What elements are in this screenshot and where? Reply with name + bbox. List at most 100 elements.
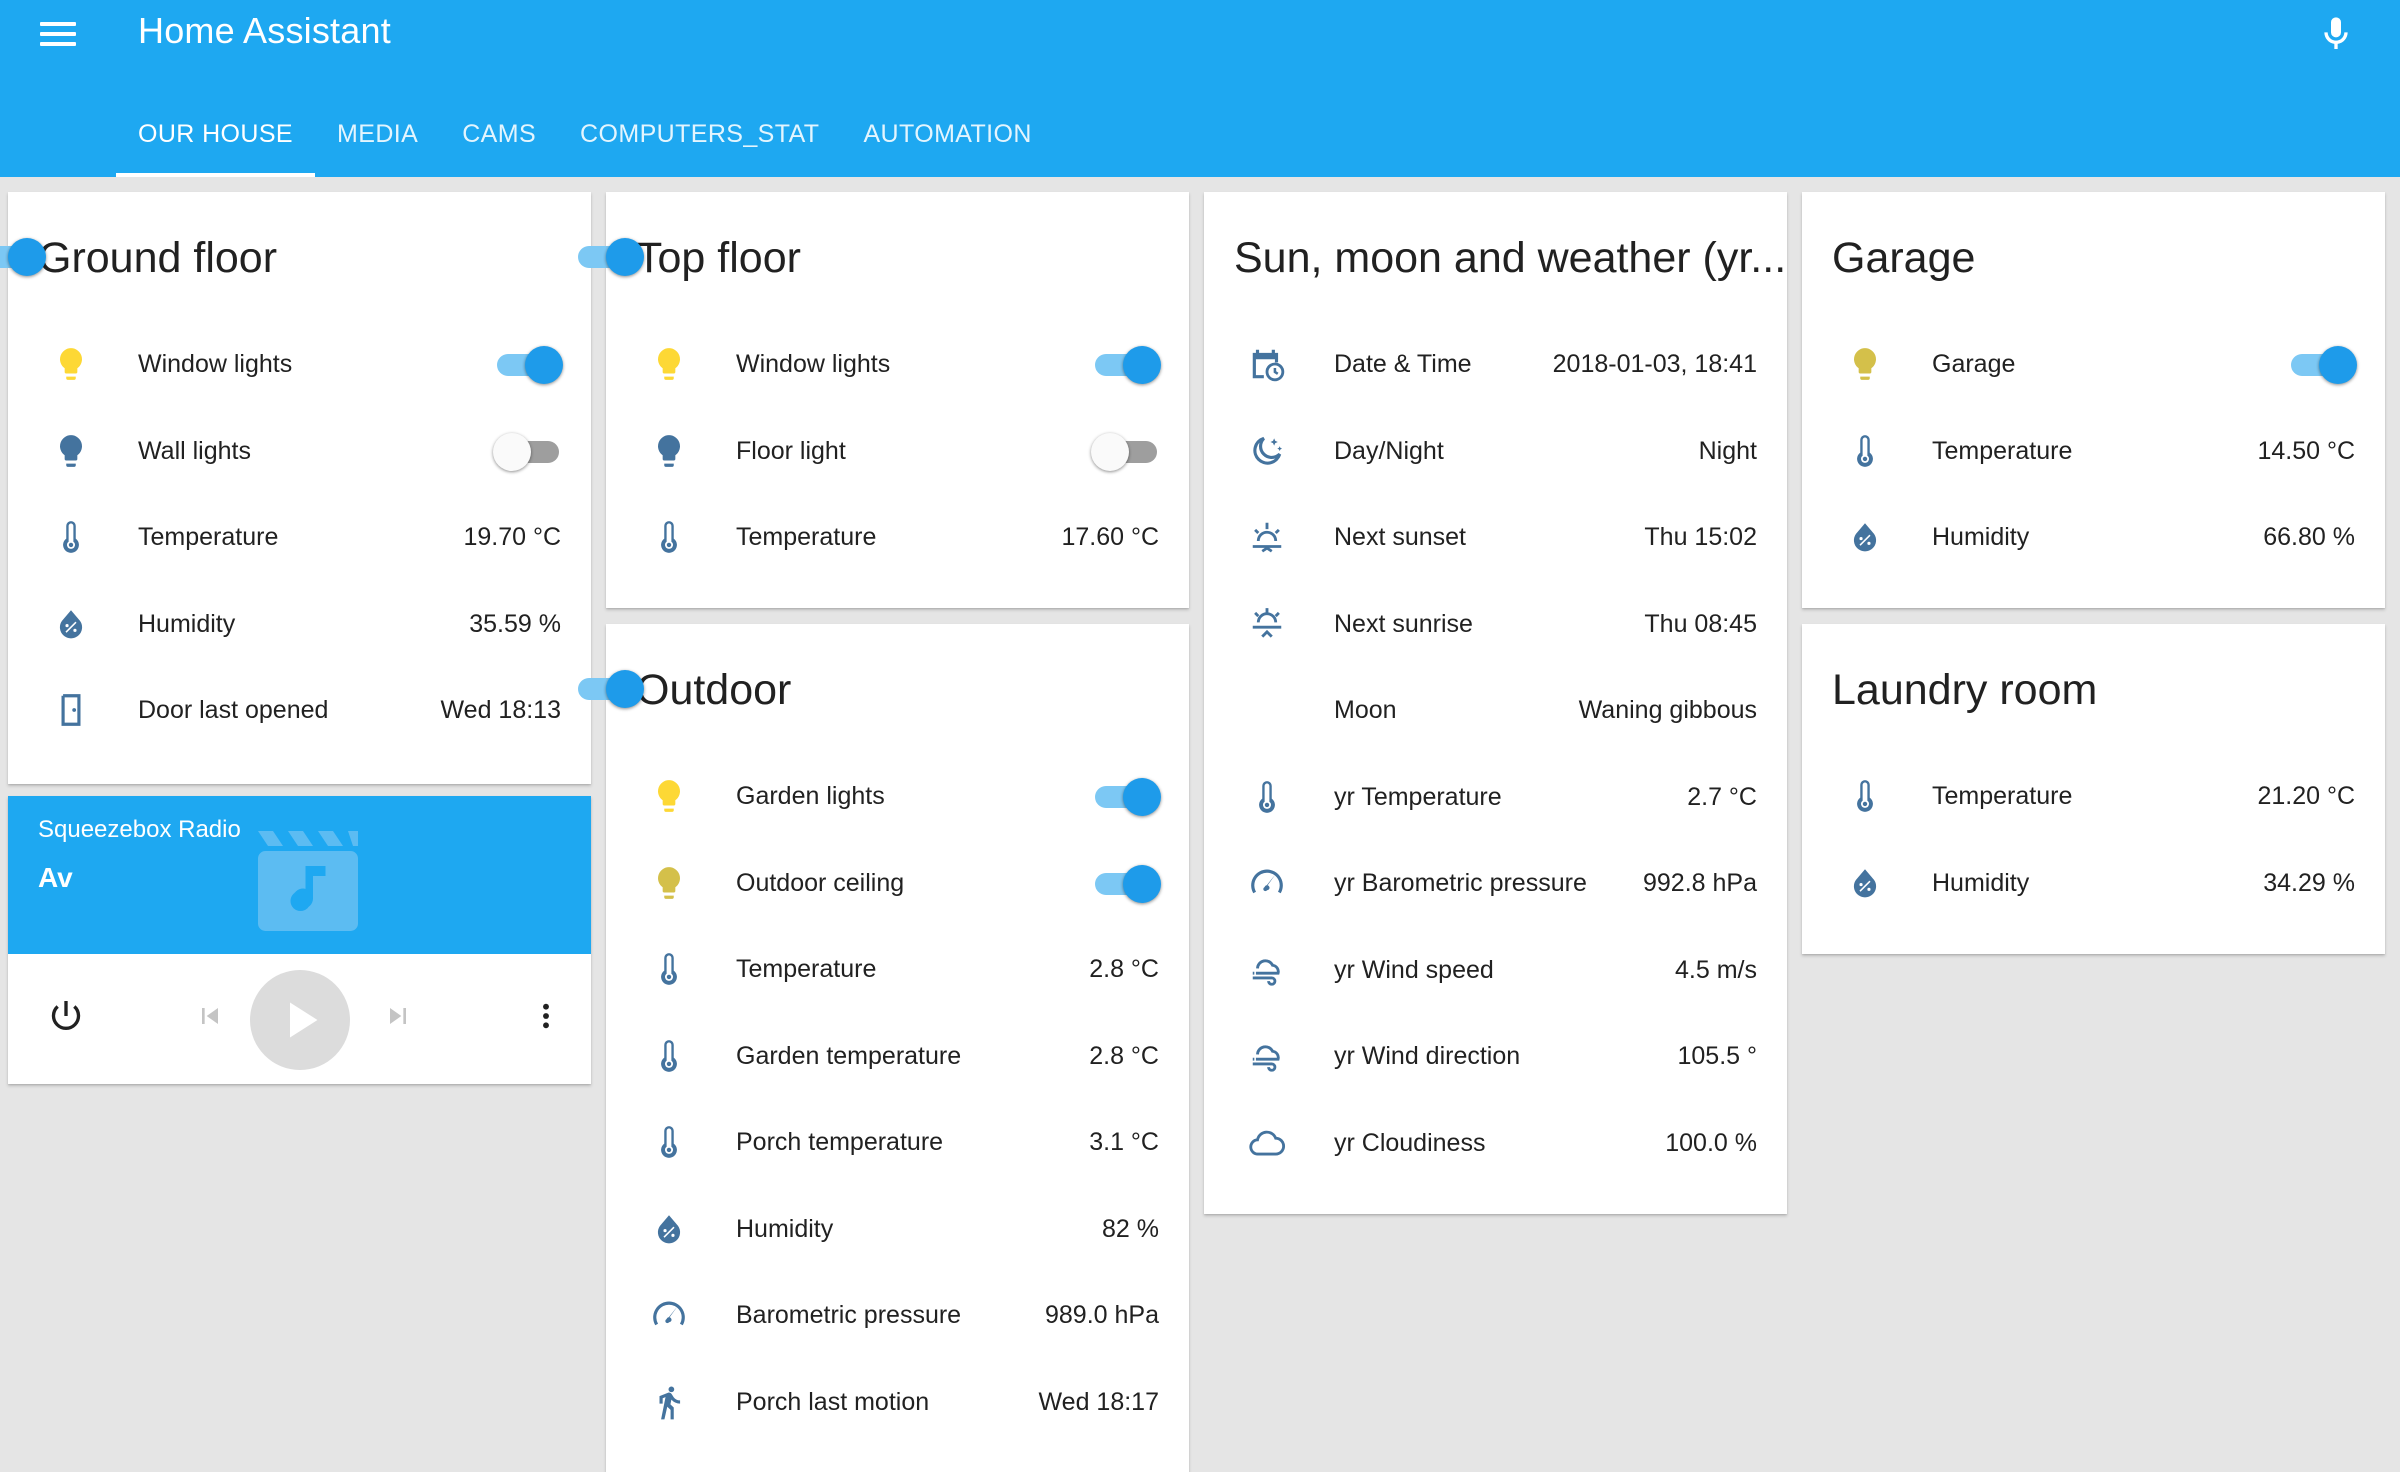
water-percent-icon (1846, 864, 1884, 902)
entity-label: Window lights (138, 350, 293, 378)
entity-label: Garage (1932, 350, 2016, 378)
card-sun-moon-weather: Sun, moon and weather (yr... Date & Time… (1204, 192, 1787, 1214)
entity-label: Humidity (736, 1214, 834, 1243)
entity-label: Garden temperature (736, 1041, 962, 1070)
entity-label: Temperature (1932, 782, 2073, 810)
entity-row[interactable]: Floor light (606, 421, 1189, 481)
entity-row[interactable]: Porch temperature 3.1 °C (606, 1112, 1189, 1172)
entity-row[interactable]: Temperature 17.60 °C (606, 507, 1189, 567)
card-title: Outdoor (636, 666, 792, 714)
entity-row[interactable]: Date & Time 2018-01-03, 18:41 (1204, 334, 1787, 394)
thermometer-icon (650, 1123, 688, 1161)
entity-row[interactable]: Humidity 82 % (606, 1199, 1189, 1259)
card-ground-floor: Ground floor Window lights Wall lights Tem… (0, 192, 591, 784)
bulb-on-icon (52, 345, 90, 383)
entity-label: Outdoor ceiling (736, 868, 905, 897)
tab-automation[interactable]: AUTOMATION (841, 112, 1053, 177)
entity-label: Door last opened (138, 696, 329, 724)
entity-row[interactable]: Outdoor ceiling (606, 853, 1189, 913)
entity-row[interactable]: yr Wind speed 4.5 m/s (1204, 940, 1787, 1000)
entity-toggle[interactable] (1093, 346, 1161, 384)
entity-label: Temperature (1932, 436, 2073, 465)
bulb-off-icon (52, 432, 90, 470)
entity-row[interactable]: Wall lights (8, 421, 591, 481)
previous-icon[interactable] (194, 1000, 226, 1032)
thermometer-icon (650, 950, 688, 988)
power-icon[interactable] (46, 996, 86, 1036)
entity-row[interactable]: Door last opened Wed 18:13 (8, 680, 591, 740)
next-icon[interactable] (382, 1000, 414, 1032)
entity-row[interactable]: Temperature 14.50 °C (1802, 421, 2385, 481)
entity-label: Date & Time (1334, 350, 1472, 378)
entity-value: Wed 18:17 (1038, 1387, 1159, 1416)
bulb-off-icon (650, 432, 688, 470)
entity-row[interactable]: Next sunset Thu 15:02 (1204, 507, 1787, 567)
entity-value: 992.8 hPa (1643, 869, 1757, 897)
thermometer-icon (1248, 778, 1286, 816)
group-toggle[interactable] (576, 670, 644, 708)
app-header: Home Assistant OUR HOUSE MEDIA CAMS COMP… (0, 0, 2400, 177)
entity-value: 82 % (1102, 1214, 1159, 1243)
entity-row[interactable]: Window lights (8, 334, 591, 394)
more-vertical-icon[interactable] (530, 998, 562, 1034)
entity-toggle[interactable] (1093, 864, 1161, 903)
entity-row[interactable]: Temperature 2.8 °C (606, 939, 1189, 999)
entity-toggle[interactable] (2289, 346, 2357, 384)
entity-value: 19.70 °C (463, 523, 561, 551)
play-icon (290, 1002, 318, 1038)
entity-row[interactable]: Moon Waning gibbous (1204, 680, 1787, 740)
tab-our-house[interactable]: OUR HOUSE (116, 112, 316, 177)
entity-row[interactable]: Humidity 66.80 % (1802, 507, 2385, 567)
tab-media[interactable]: MEDIA (315, 112, 440, 177)
entity-row[interactable]: yr Temperature 2.7 °C (1204, 767, 1787, 827)
entity-row[interactable]: Temperature 19.70 °C (8, 507, 591, 567)
entity-row[interactable]: Garage (1802, 334, 2385, 394)
night-icon (1248, 432, 1286, 470)
card-garage: Garage Garage Temperature 14.50 °C Humidity… (1802, 192, 2385, 608)
entity-value: 34.29 % (2263, 868, 2355, 897)
media-header: Squeezebox Radio Av (8, 796, 591, 954)
entity-row[interactable]: yr Cloudiness 100.0 % (1204, 1113, 1787, 1173)
entity-row[interactable]: Porch last motion Wed 18:17 (606, 1372, 1189, 1432)
menu-icon[interactable] (40, 18, 76, 48)
gauge-icon (1248, 864, 1286, 902)
entity-row[interactable]: Barometric pressure 989.0 hPa (606, 1285, 1189, 1345)
entity-value: 989.0 hPa (1045, 1301, 1159, 1329)
entity-row[interactable]: Window lights (606, 334, 1189, 394)
entity-value: 2.8 °C (1089, 955, 1159, 983)
entity-row[interactable]: Garden lights (606, 766, 1189, 826)
media-player-name: Squeezebox Radio (38, 816, 241, 843)
entity-value: 105.5 ° (1677, 1042, 1757, 1070)
entity-row[interactable]: Next sunrise Thu 08:45 (1204, 594, 1787, 654)
entity-value: 66.80 % (2263, 523, 2355, 551)
entity-label: yr Temperature (1334, 782, 1502, 811)
entity-toggle[interactable] (495, 346, 563, 384)
entity-label: yr Barometric pressure (1334, 869, 1587, 897)
microphone-icon[interactable] (2316, 12, 2356, 56)
entity-row[interactable]: Temperature 21.20 °C (1802, 766, 2385, 826)
play-button[interactable] (250, 970, 350, 1070)
entity-row[interactable]: yr Wind direction 105.5 ° (1204, 1026, 1787, 1086)
card-title: Top floor (636, 234, 801, 282)
group-toggle[interactable] (0, 238, 46, 276)
entity-row[interactable]: Day/Night Night (1204, 421, 1787, 481)
entity-row[interactable]: Humidity 34.29 % (1802, 853, 2385, 913)
entity-toggle[interactable] (1091, 432, 1159, 471)
movie-music-icon (248, 826, 368, 936)
entity-row[interactable]: yr Barometric pressure 992.8 hPa (1204, 853, 1787, 913)
tab-cams[interactable]: CAMS (440, 112, 558, 177)
entity-label: Barometric pressure (736, 1301, 962, 1329)
entity-label: Window lights (736, 350, 891, 378)
entity-value: Wed 18:13 (440, 696, 561, 724)
entity-row[interactable]: Humidity 35.59 % (8, 594, 591, 654)
entity-row[interactable]: Garden temperature 2.8 °C (606, 1026, 1189, 1086)
tab-computers-stat[interactable]: COMPUTERS_STAT (558, 112, 841, 177)
view-tabs: OUR HOUSE MEDIA CAMS COMPUTERS_STAT AUTO… (116, 112, 1054, 177)
group-toggle[interactable] (576, 238, 644, 276)
entity-label: Porch temperature (736, 1128, 944, 1156)
entity-toggle[interactable] (493, 432, 561, 471)
entity-toggle[interactable] (1093, 778, 1161, 816)
entity-value: Night (1698, 436, 1757, 465)
entity-label: yr Cloudiness (1334, 1128, 1486, 1157)
wind-icon (1248, 1037, 1286, 1075)
